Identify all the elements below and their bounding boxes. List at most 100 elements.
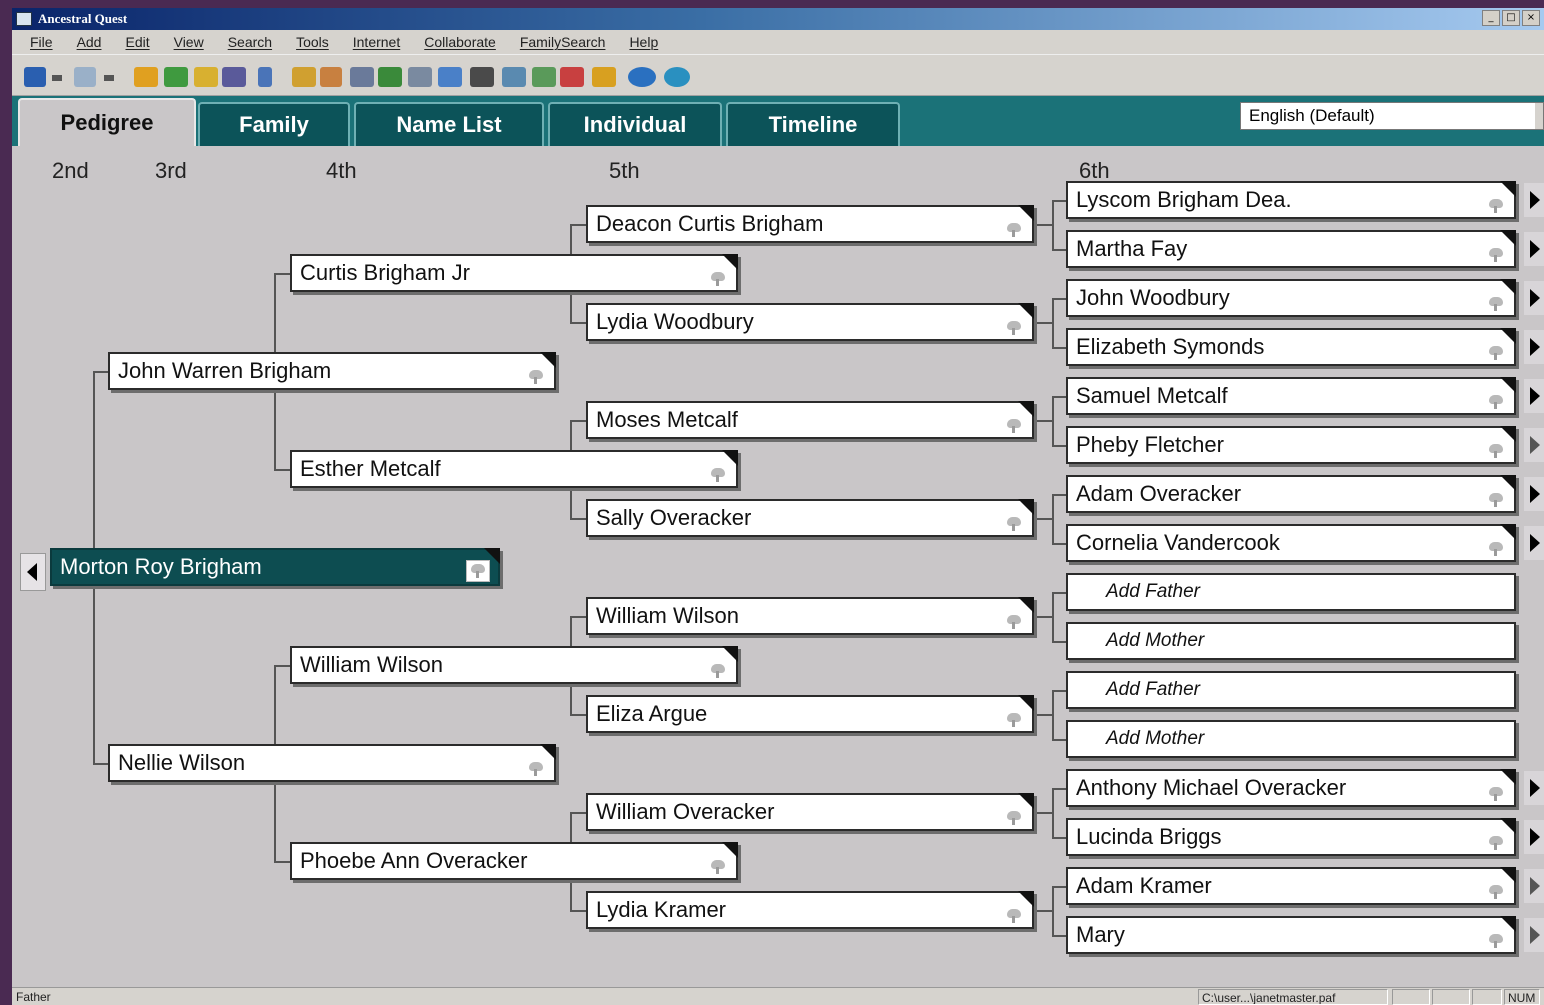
- minimize-button[interactable]: _: [1482, 10, 1500, 26]
- tree-view-icon[interactable]: [532, 67, 556, 87]
- find-icon[interactable]: [470, 67, 494, 87]
- redo-icon[interactable]: [194, 67, 218, 87]
- tab-name-list[interactable]: Name List: [354, 102, 544, 146]
- next-generation-arrow-icon[interactable]: [1524, 232, 1544, 266]
- pedigree-person-box[interactable]: Nellie Wilson: [108, 744, 556, 782]
- maximize-button[interactable]: □: [1502, 10, 1520, 26]
- close-button[interactable]: ×: [1522, 10, 1540, 26]
- next-generation-arrow-icon[interactable]: [1524, 428, 1544, 462]
- pedigree-person-box[interactable]: William Overacker: [586, 793, 1034, 831]
- add-parent-button[interactable]: Add Father: [1066, 671, 1516, 709]
- family-icon[interactable]: [378, 67, 402, 87]
- undo-icon[interactable]: [164, 67, 188, 87]
- more-info-corner-icon: [1018, 499, 1034, 515]
- print-icon[interactable]: [222, 67, 246, 87]
- pedigree-person-box[interactable]: Moses Metcalf: [586, 401, 1034, 439]
- sync-icon[interactable]: [592, 67, 616, 87]
- add-parent-button[interactable]: Add Mother: [1066, 720, 1516, 758]
- edit-icon[interactable]: [320, 67, 342, 87]
- pedigree-person-box[interactable]: William Wilson: [290, 646, 738, 684]
- add-parent-button[interactable]: Add Mother: [1066, 622, 1516, 660]
- menu-file[interactable]: File: [30, 34, 53, 50]
- next-generation-arrow-icon[interactable]: [1524, 477, 1544, 511]
- more-info-corner-icon: [1500, 475, 1516, 491]
- language-select[interactable]: English (Default): [1240, 102, 1544, 130]
- pedigree-person-box[interactable]: William Wilson: [586, 597, 1034, 635]
- pedigree-person-box[interactable]: Esther Metcalf: [290, 450, 738, 488]
- menu-view[interactable]: View: [174, 34, 204, 50]
- next-generation-arrow-icon[interactable]: [1524, 330, 1544, 364]
- pedigree-connector-line: [1052, 592, 1067, 594]
- pedigree-person-box[interactable]: Adam Kramer: [1066, 867, 1516, 905]
- pedigree-person-box[interactable]: Sally Overacker: [586, 499, 1034, 537]
- pin-icon[interactable]: [258, 67, 272, 87]
- next-generation-arrow-icon[interactable]: [1524, 526, 1544, 560]
- pedigree-person-box[interactable]: Eliza Argue: [586, 695, 1034, 733]
- pedigree-person-box[interactable]: Lydia Woodbury: [586, 303, 1034, 341]
- menu-tools[interactable]: Tools: [296, 34, 329, 50]
- menu-help[interactable]: Help: [629, 34, 658, 50]
- notes-icon[interactable]: [408, 67, 432, 87]
- next-generation-arrow-icon[interactable]: [1524, 918, 1544, 952]
- family-tree-icon: [710, 664, 726, 678]
- pedigree-person-box[interactable]: John Warren Brigham: [108, 352, 556, 390]
- pedigree-person-box[interactable]: Lydia Kramer: [586, 891, 1034, 929]
- person-name: William Overacker: [596, 799, 775, 824]
- chart-icon[interactable]: [502, 67, 526, 87]
- web-icon[interactable]: [628, 67, 656, 87]
- generation-label-5th: 5th: [609, 158, 640, 183]
- forward-icon[interactable]: [74, 67, 96, 87]
- next-generation-arrow-icon[interactable]: [1524, 771, 1544, 805]
- back-icon[interactable]: [24, 67, 46, 87]
- menu-collaborate[interactable]: Collaborate: [424, 34, 496, 50]
- tree-icon[interactable]: [134, 67, 158, 87]
- person-icon[interactable]: [292, 67, 316, 87]
- pedigree-person-box[interactable]: Cornelia Vandercook: [1066, 524, 1516, 562]
- previous-generation-arrow-icon[interactable]: [20, 553, 46, 591]
- pedigree-person-box[interactable]: Martha Fay: [1066, 230, 1516, 268]
- more-info-corner-icon: [1018, 891, 1034, 907]
- pedigree-person-box[interactable]: Lucinda Briggs: [1066, 818, 1516, 856]
- root-person-box[interactable]: Morton Roy Brigham: [50, 548, 500, 586]
- menu-add[interactable]: Add: [77, 34, 102, 50]
- globe-icon[interactable]: [664, 67, 690, 87]
- database-icon[interactable]: [438, 67, 462, 87]
- title-bar: Ancestral Quest _ □ ×: [12, 8, 1544, 30]
- dropdown-icon[interactable]: [104, 75, 114, 81]
- next-generation-arrow-icon[interactable]: [1524, 379, 1544, 413]
- add-parent-button[interactable]: Add Father: [1066, 573, 1516, 611]
- pedigree-connector-line: [1052, 886, 1067, 888]
- camera-icon[interactable]: [350, 67, 374, 87]
- menu-internet[interactable]: Internet: [353, 34, 400, 50]
- home-icon[interactable]: [560, 67, 584, 87]
- next-generation-arrow-icon[interactable]: [1524, 281, 1544, 315]
- next-generation-arrow-icon[interactable]: [1524, 183, 1544, 217]
- pedigree-person-box[interactable]: John Woodbury: [1066, 279, 1516, 317]
- pedigree-person-box[interactable]: Samuel Metcalf: [1066, 377, 1516, 415]
- tab-timeline[interactable]: Timeline: [726, 102, 900, 146]
- chevron-down-icon[interactable]: [1535, 103, 1543, 129]
- next-generation-arrow-icon[interactable]: [1524, 869, 1544, 903]
- dropdown-icon[interactable]: [52, 75, 62, 81]
- pedigree-person-box[interactable]: Phoebe Ann Overacker: [290, 842, 738, 880]
- tab-pedigree[interactable]: Pedigree: [18, 98, 196, 146]
- pedigree-person-box[interactable]: Deacon Curtis Brigham: [586, 205, 1034, 243]
- pedigree-person-box[interactable]: Adam Overacker: [1066, 475, 1516, 513]
- next-generation-arrow-icon[interactable]: [1524, 820, 1544, 854]
- pedigree-person-box[interactable]: Curtis Brigham Jr: [290, 254, 738, 292]
- pedigree-person-box[interactable]: Pheby Fletcher: [1066, 426, 1516, 464]
- family-tree-icon: [1488, 346, 1504, 360]
- tab-family[interactable]: Family: [198, 102, 350, 146]
- pedigree-person-box[interactable]: Mary: [1066, 916, 1516, 954]
- menu-search[interactable]: Search: [228, 34, 272, 50]
- tab-individual[interactable]: Individual: [548, 102, 722, 146]
- person-name: John Warren Brigham: [118, 358, 332, 383]
- more-info-corner-icon: [1500, 524, 1516, 540]
- menu-edit[interactable]: Edit: [125, 34, 149, 50]
- family-tree-icon: [1006, 419, 1022, 433]
- menu-familysearch[interactable]: FamilySearch: [520, 34, 606, 50]
- pedigree-person-box[interactable]: Anthony Michael Overacker: [1066, 769, 1516, 807]
- status-text: Father: [16, 990, 51, 1004]
- pedigree-person-box[interactable]: Elizabeth Symonds: [1066, 328, 1516, 366]
- pedigree-person-box[interactable]: Lyscom Brigham Dea.: [1066, 181, 1516, 219]
